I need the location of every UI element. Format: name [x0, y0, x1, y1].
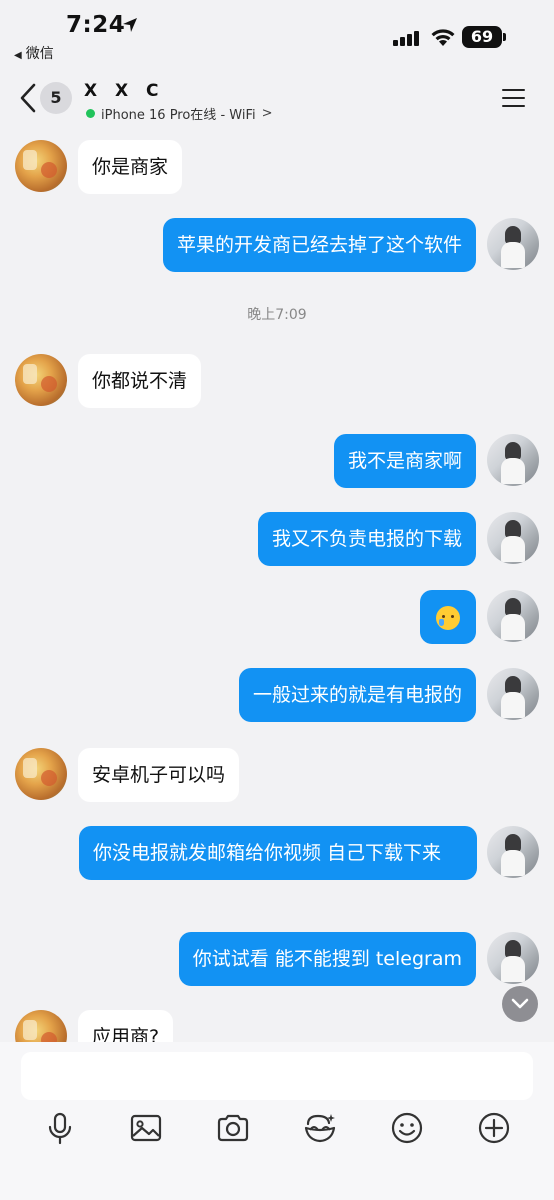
my-avatar[interactable]	[487, 512, 539, 564]
contact-status-text: iPhone 16 Pro在线 - WiFi	[101, 108, 256, 123]
image-icon[interactable]	[128, 1110, 164, 1146]
microphone-icon[interactable]	[42, 1110, 78, 1146]
crying-face-emoji-icon	[436, 605, 460, 630]
status-time: 7:24	[66, 12, 126, 38]
camera-icon[interactable]	[215, 1110, 251, 1146]
online-dot-icon	[86, 109, 95, 118]
back-triangle-icon: ◀	[14, 50, 22, 61]
emoji-icon[interactable]	[389, 1110, 425, 1146]
incoming-message-bubble[interactable]: 你都说不清	[78, 354, 202, 408]
battery-indicator: 69	[462, 26, 506, 48]
chat-header: 5 X X C iPhone 16 Pro在线 - WiFi >	[0, 70, 554, 126]
contact-avatar[interactable]	[15, 748, 67, 800]
contact-avatar[interactable]	[15, 354, 67, 406]
back-chevron-icon[interactable]	[18, 82, 38, 114]
back-to-app-link[interactable]: ◀ 微信	[14, 43, 54, 63]
back-app-label: 微信	[25, 46, 54, 62]
outgoing-message-bubble[interactable]: 你没电报就发邮箱给你视频 自己下载下来	[79, 826, 477, 880]
my-avatar[interactable]	[487, 826, 539, 878]
contact-avatar[interactable]	[15, 140, 67, 192]
incoming-message-bubble[interactable]: 安卓机子可以吗	[78, 748, 240, 802]
composer-toolbar	[0, 1106, 554, 1150]
sticker-icon[interactable]	[302, 1110, 338, 1146]
chevron-down-icon	[511, 998, 529, 1009]
my-avatar[interactable]	[487, 590, 539, 642]
chevron-right-icon: >	[261, 106, 273, 121]
outgoing-message-bubble[interactable]: 我不是商家啊	[333, 434, 476, 488]
wifi-icon	[431, 29, 455, 46]
contact-avatar[interactable]	[15, 1010, 67, 1042]
outgoing-message-bubble[interactable]: 我又不负责电报的下载	[257, 512, 476, 566]
contact-name[interactable]: X X C	[84, 81, 165, 101]
status-bar: 7:24 ◀ 微信 69	[0, 0, 554, 70]
cellular-signal-icon	[393, 30, 423, 46]
outgoing-message-bubble[interactable]: 一般过来的就是有电报的	[238, 668, 476, 722]
my-avatar[interactable]	[487, 218, 539, 270]
location-arrow-icon	[123, 18, 137, 32]
scroll-to-bottom-button[interactable]	[502, 986, 538, 1022]
chat-message-list[interactable]: 你是商家 苹果的开发商已经去掉了这个软件 晚上7:09 你都说不清 我不是商家啊…	[0, 126, 554, 1042]
menu-icon[interactable]	[502, 88, 525, 108]
contact-online-status[interactable]: iPhone 16 Pro在线 - WiFi >	[86, 104, 273, 123]
outgoing-message-bubble[interactable]: 你试试看 能不能搜到 telegram	[178, 932, 476, 986]
composer	[0, 1042, 554, 1200]
my-avatar[interactable]	[487, 434, 539, 486]
outgoing-message-bubble[interactable]: 苹果的开发商已经去掉了这个软件	[162, 218, 476, 272]
time-divider: 晚上7:09	[247, 307, 307, 323]
my-avatar[interactable]	[487, 668, 539, 720]
incoming-message-bubble[interactable]: 应用商?	[78, 1010, 174, 1042]
incoming-message-bubble[interactable]: 你是商家	[78, 140, 183, 194]
message-input[interactable]	[21, 1052, 533, 1100]
unread-count-badge[interactable]: 5	[40, 82, 72, 114]
my-avatar[interactable]	[487, 932, 539, 984]
outgoing-emoji-bubble[interactable]	[420, 590, 476, 644]
plus-icon[interactable]	[476, 1110, 512, 1146]
